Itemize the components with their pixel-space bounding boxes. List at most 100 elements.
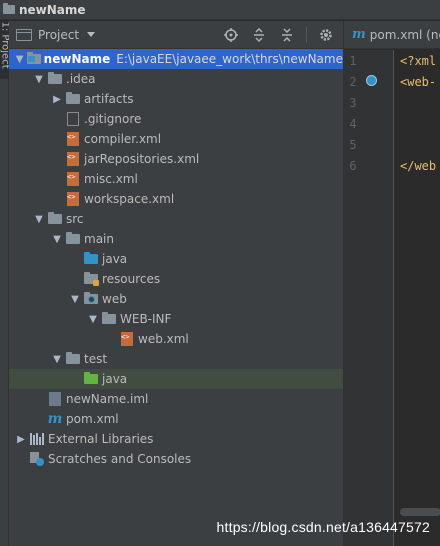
chevron-down-icon[interactable]: ▼ bbox=[67, 294, 83, 305]
module-folder-icon bbox=[26, 52, 41, 66]
chevron-down-icon[interactable]: ▼ bbox=[13, 54, 27, 65]
tree-item-label: resources bbox=[102, 272, 161, 286]
chevron-down-icon[interactable]: ▼ bbox=[85, 314, 101, 325]
horizontal-scrollbar[interactable] bbox=[400, 508, 440, 516]
web-folder-icon bbox=[83, 292, 99, 306]
tree-row-newname[interactable]: ▼ newName E:\javaEE\javaee_work\thrs\newNa… bbox=[9, 49, 343, 69]
folder-icon bbox=[101, 312, 117, 326]
tree-item-label: test bbox=[84, 352, 108, 366]
editor-line[interactable]: 2 <web- bbox=[344, 72, 440, 92]
tree-item-label: web bbox=[102, 292, 127, 306]
project-view-icon bbox=[16, 28, 32, 41]
project-panel-header: Project bbox=[9, 21, 343, 49]
line-number: 5 bbox=[349, 138, 357, 152]
project-folder-icon bbox=[3, 3, 15, 14]
editor-tab-label: pom.xml (ne bbox=[369, 27, 440, 42]
tree-item-label: src bbox=[66, 212, 84, 226]
tree-item-label: java bbox=[102, 252, 128, 266]
tree-row-src[interactable]: ▼ src bbox=[9, 209, 343, 229]
window-titlebar: newName bbox=[0, 0, 440, 20]
tree-row-web[interactable]: ▼ web bbox=[9, 289, 343, 309]
chevron-down-icon[interactable]: ▼ bbox=[31, 214, 47, 225]
editor-line[interactable]: 4 bbox=[344, 114, 440, 134]
maven-icon: m bbox=[352, 27, 366, 42]
folder-icon bbox=[65, 92, 81, 106]
editor-line[interactable]: 3 bbox=[344, 93, 440, 113]
project-tool-tab[interactable]: 1: Project bbox=[0, 21, 11, 79]
tree-item-label: .idea bbox=[66, 72, 96, 86]
expand-all-icon[interactable] bbox=[248, 24, 270, 46]
project-view-selector[interactable]: Project bbox=[38, 28, 79, 42]
line-number: 1 bbox=[349, 54, 357, 68]
tree-row-web-inf[interactable]: ▼ WEB-INF bbox=[9, 309, 343, 329]
toolbar-divider bbox=[306, 26, 307, 43]
tree-item-label: jarRepositories.xml bbox=[84, 152, 200, 166]
tree-item-label: misc.xml bbox=[84, 172, 138, 186]
chevron-down-icon[interactable]: ▼ bbox=[31, 74, 47, 85]
tree-row-misc-xml[interactable]: misc.xml bbox=[9, 169, 343, 189]
code-text: </web bbox=[400, 159, 437, 173]
tree-item-label: Scratches and Consoles bbox=[48, 452, 192, 466]
tree-row-workspace-xml[interactable]: workspace.xml bbox=[9, 189, 343, 209]
tree-row-scratches-and-consoles[interactable]: Scratches and Consoles bbox=[9, 449, 343, 469]
xml-file-icon bbox=[65, 152, 81, 166]
locate-icon[interactable] bbox=[220, 24, 242, 46]
resources-folder-icon bbox=[83, 272, 99, 286]
iml-file-icon bbox=[47, 392, 63, 406]
gear-icon[interactable] bbox=[315, 24, 337, 46]
chevron-down-icon[interactable] bbox=[87, 32, 96, 37]
code-text: <?xml bbox=[400, 54, 437, 68]
editor-tab-pom[interactable]: m pom.xml (ne bbox=[344, 21, 440, 49]
xml-file-icon bbox=[65, 192, 81, 206]
tree-item-label: newName bbox=[43, 52, 111, 66]
tree-item-label: newName.iml bbox=[66, 392, 149, 406]
tree-row-resources[interactable]: resources bbox=[9, 269, 343, 289]
tree-item-label: workspace.xml bbox=[84, 192, 175, 206]
chevron-down-icon[interactable]: ▼ bbox=[49, 234, 65, 245]
tree-item-label: compiler.xml bbox=[84, 132, 162, 146]
chevron-down-icon[interactable]: ▼ bbox=[49, 354, 65, 365]
tree-row-jarrepositories-xml[interactable]: jarRepositories.xml bbox=[9, 149, 343, 169]
folder-icon bbox=[47, 212, 63, 226]
editor-line[interactable]: 1 <?xml bbox=[344, 51, 440, 71]
web-module-gutter-icon[interactable] bbox=[366, 75, 377, 86]
line-number: 4 bbox=[349, 117, 357, 131]
tree-row-compiler-xml[interactable]: compiler.xml bbox=[9, 129, 343, 149]
xml-file-icon bbox=[65, 172, 81, 186]
maven-icon: m bbox=[47, 411, 63, 427]
collapse-all-icon[interactable] bbox=[276, 24, 298, 46]
project-panel: Project ▼ newName E:\javaEE\javaee_work\th… bbox=[9, 21, 343, 546]
tree-row-pom-xml[interactable]: m pom.xml bbox=[9, 409, 343, 429]
chevron-right-icon[interactable]: ▶ bbox=[13, 434, 29, 445]
tree-row-artifacts[interactable]: ▶ artifacts bbox=[9, 89, 343, 109]
tree-item-label: External Libraries bbox=[48, 432, 154, 446]
project-panel-toolbar bbox=[220, 24, 343, 46]
test-source-folder-icon bbox=[83, 372, 99, 386]
tree-item-label: main bbox=[84, 232, 114, 246]
line-number: 3 bbox=[349, 96, 357, 110]
tree-row-newname-iml[interactable]: newName.iml bbox=[9, 389, 343, 409]
tree-row-web-xml[interactable]: web.xml bbox=[9, 329, 343, 349]
code-text: <web- bbox=[400, 75, 437, 89]
scratches-icon bbox=[29, 452, 45, 466]
tree-item-label: .gitignore bbox=[84, 112, 142, 126]
line-number: 2 bbox=[349, 75, 357, 89]
line-number: 6 bbox=[349, 159, 357, 173]
project-path: E:\javaEE\javaee_work\thrs\newName bbox=[116, 52, 343, 66]
tree-row-gitignore[interactable]: .gitignore bbox=[9, 109, 343, 129]
editor-area: m pom.xml (ne 1 <?xml 2 <web- 3 4 5 6 </web bbox=[343, 21, 440, 546]
tree-row-main[interactable]: ▼ main bbox=[9, 229, 343, 249]
tree-row-java[interactable]: java bbox=[9, 369, 343, 389]
tree-row-test[interactable]: ▼ test bbox=[9, 349, 343, 369]
libraries-icon bbox=[29, 432, 45, 446]
left-tool-strip: 1: Project bbox=[0, 21, 11, 546]
tree-row-java[interactable]: java bbox=[9, 249, 343, 269]
editor-line[interactable]: 6 </web bbox=[344, 156, 440, 176]
tree-row-external-libraries[interactable]: ▶ External Libraries bbox=[9, 429, 343, 449]
chevron-right-icon[interactable]: ▶ bbox=[49, 94, 65, 105]
tree-row-idea[interactable]: ▼ .idea bbox=[9, 69, 343, 89]
source-folder-icon bbox=[83, 252, 99, 266]
folder-icon bbox=[47, 72, 63, 86]
web-xml-file-icon bbox=[119, 332, 135, 346]
editor-line[interactable]: 5 bbox=[344, 135, 440, 155]
